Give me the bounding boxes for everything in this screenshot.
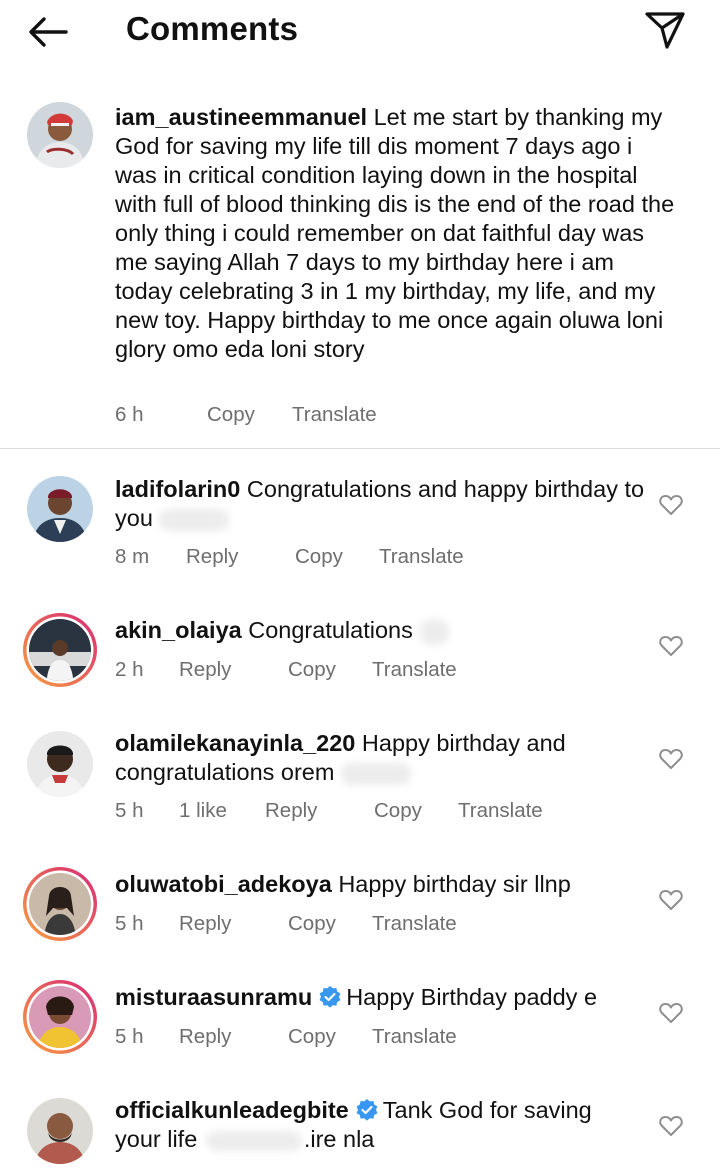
timestamp: 6 h	[115, 403, 144, 426]
comment-body: ladifolarin0 Congratulations and happy b…	[115, 475, 645, 533]
comment-text: Happy birthday sir llnp	[338, 871, 571, 897]
reply-button[interactable]: Reply	[179, 912, 231, 936]
likes-count[interactable]: 1 like	[179, 799, 227, 823]
reply-button[interactable]: Reply	[179, 658, 231, 682]
translate-button[interactable]: Translate	[372, 1025, 457, 1049]
caption-body: iam_austineemmanuel Let me start by than…	[115, 103, 675, 364]
copy-button[interactable]: Copy	[288, 658, 336, 682]
paper-plane-icon	[645, 12, 685, 49]
comment-text: Congratulations	[248, 617, 413, 643]
copy-button[interactable]: Copy	[295, 545, 343, 569]
comment-text: .ire nla	[303, 1126, 375, 1152]
heart-icon[interactable]	[658, 1114, 684, 1138]
heart-icon[interactable]	[658, 634, 684, 658]
avatar[interactable]	[22, 866, 98, 942]
comment-body: officialkunleadegbite Tank God for savin…	[115, 1096, 645, 1154]
back-button[interactable]	[24, 10, 72, 54]
comment-username[interactable]: akin_olaiya	[115, 617, 242, 643]
comment-text: Tank God for saving	[382, 1097, 592, 1123]
blurred-emoji	[340, 762, 411, 785]
copy-button[interactable]: Copy	[288, 912, 336, 936]
divider	[0, 448, 720, 449]
timestamp: 8 m	[115, 545, 150, 568]
comment-body: akin_olaiya Congratulations	[115, 616, 645, 645]
verified-badge-icon	[319, 986, 341, 1008]
comment-username[interactable]: olamilekanayinla_220	[115, 730, 355, 756]
translate-button[interactable]: Translate	[458, 799, 543, 823]
heart-icon[interactable]	[658, 493, 684, 517]
heart-icon[interactable]	[658, 888, 684, 912]
share-button[interactable]	[640, 6, 690, 52]
translate-button[interactable]: Translate	[372, 658, 457, 682]
caption-text: Let me start by thanking my God for savi…	[115, 104, 675, 362]
timestamp: 5 h	[115, 799, 144, 822]
timestamp: 5 h	[115, 1025, 144, 1048]
heart-icon[interactable]	[658, 747, 684, 771]
avatar[interactable]	[22, 979, 98, 1055]
comment-username[interactable]: oluwatobi_adekoya	[115, 871, 332, 897]
comment-username[interactable]: misturaasunramu	[115, 984, 312, 1010]
comment-text: Happy Birthday paddy e	[346, 984, 598, 1010]
avatar[interactable]	[27, 476, 93, 542]
avatar[interactable]	[27, 102, 93, 168]
blurred-text	[205, 1130, 302, 1151]
avatar[interactable]	[27, 1098, 93, 1164]
comment-body: oluwatobi_adekoya Happy birthday sir lln…	[115, 870, 645, 899]
avatar[interactable]	[22, 612, 98, 688]
avatar[interactable]	[27, 731, 93, 797]
timestamp: 2 h	[115, 658, 144, 681]
comment-text: your life	[115, 1126, 198, 1152]
caption-username[interactable]: iam_austineemmanuel	[115, 104, 367, 130]
comment-body: misturaasunramu Happy Birthday paddy e	[115, 983, 645, 1012]
translate-button[interactable]: Translate	[292, 403, 377, 427]
comment-username[interactable]: ladifolarin0	[115, 476, 240, 502]
translate-button[interactable]: Translate	[372, 912, 457, 936]
translate-button[interactable]: Translate	[379, 545, 464, 569]
copy-button[interactable]: Copy	[288, 1025, 336, 1049]
reply-button[interactable]: Reply	[179, 1025, 231, 1049]
copy-button[interactable]: Copy	[374, 799, 422, 823]
blurred-emoji	[159, 508, 230, 531]
comment-username[interactable]: officialkunleadegbite	[115, 1097, 349, 1123]
arrow-left-icon	[29, 17, 68, 47]
timestamp: 5 h	[115, 912, 144, 935]
copy-button[interactable]: Copy	[207, 403, 255, 427]
verified-badge-icon	[356, 1099, 378, 1121]
comment-body: olamilekanayinla_220 Happy birthday and …	[115, 729, 645, 787]
blurred-emoji	[419, 618, 450, 645]
reply-button[interactable]: Reply	[265, 799, 317, 823]
top-bar: Comments	[0, 0, 720, 62]
page-title: Comments	[126, 10, 299, 47]
reply-button[interactable]: Reply	[186, 545, 238, 569]
heart-icon[interactable]	[658, 1001, 684, 1025]
